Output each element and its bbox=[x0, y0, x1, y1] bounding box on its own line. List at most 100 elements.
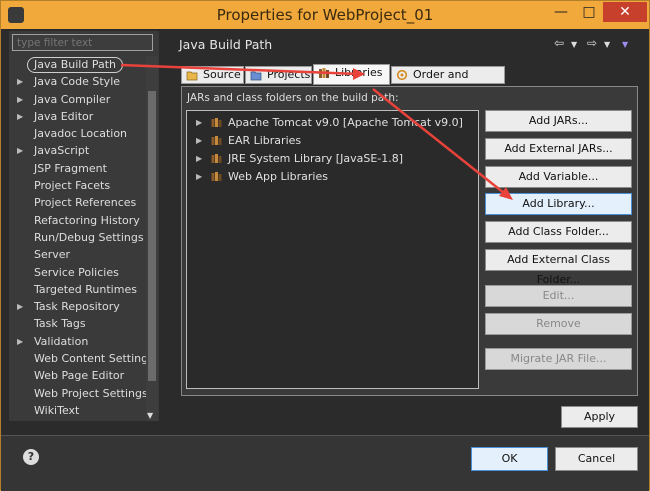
minimize-button[interactable]: — bbox=[547, 2, 575, 22]
category-item-label: Server bbox=[34, 248, 71, 262]
category-item[interactable]: Service Policies bbox=[9, 264, 146, 281]
libraries-caption: JARs and class folders on the build path… bbox=[187, 92, 399, 104]
add-class-folder-button[interactable]: Add Class Folder... bbox=[485, 221, 632, 243]
library-item-label: EAR Libraries bbox=[228, 134, 302, 147]
category-item-label: Validation bbox=[34, 334, 89, 348]
category-item[interactable]: Task Tags bbox=[9, 315, 146, 332]
libraries-icon bbox=[319, 68, 329, 78]
category-panel: Java Build Path▶Java Code Style▶Java Com… bbox=[9, 31, 159, 421]
library-icon bbox=[211, 118, 222, 127]
expand-arrow-icon[interactable]: ▶ bbox=[196, 114, 202, 132]
tab-projects[interactable]: Projects bbox=[245, 66, 312, 84]
back-arrow-icon[interactable]: ⇦ bbox=[554, 36, 564, 50]
category-item[interactable]: ▶ Validation bbox=[9, 333, 146, 350]
category-item-label: Project References bbox=[34, 196, 137, 210]
properties-dialog: Properties for WebProject_01 — □ ✕ Java … bbox=[0, 0, 650, 491]
order-export-icon bbox=[396, 69, 408, 81]
apply-button[interactable]: Apply bbox=[561, 406, 638, 428]
category-item-label: WikiText bbox=[34, 403, 80, 417]
library-icon bbox=[211, 154, 222, 163]
category-item-label: Run/Debug Settings bbox=[34, 230, 144, 244]
category-item-label: Java Code Style bbox=[34, 75, 121, 89]
tab-projects-label: Projects bbox=[267, 68, 311, 81]
dialog-footer bbox=[1, 435, 649, 491]
add-external-jars-button[interactable]: Add External JARs... bbox=[485, 138, 632, 160]
add-library-button[interactable]: Add Library... bbox=[485, 193, 632, 215]
add-variable-button[interactable]: Add Variable... bbox=[485, 166, 632, 188]
forward-menu-icon[interactable]: ▼ bbox=[604, 40, 610, 49]
scroll-down-icon[interactable]: ▼ bbox=[147, 411, 153, 420]
cancel-button[interactable]: Cancel bbox=[555, 447, 638, 471]
library-list[interactable]: ▶ Apache Tomcat v9.0 [Apache Tomcat v9.0]… bbox=[186, 110, 479, 389]
category-item-label: JavaScript bbox=[34, 144, 90, 158]
tab-source[interactable]: Source bbox=[181, 66, 244, 84]
expand-arrow-icon[interactable]: ▶ bbox=[196, 132, 202, 150]
title-bar: Properties for WebProject_01 — □ ✕ bbox=[1, 1, 649, 29]
help-icon[interactable]: ? bbox=[23, 449, 39, 465]
category-item[interactable]: Web Content Settings bbox=[9, 350, 154, 367]
library-item-label: Web App Libraries bbox=[228, 170, 328, 183]
tab-libraries[interactable]: Libraries bbox=[313, 64, 390, 85]
back-menu-icon[interactable]: ▼ bbox=[571, 40, 577, 49]
source-folder-icon bbox=[186, 71, 198, 81]
category-scrollbar[interactable]: ▼ bbox=[146, 56, 158, 421]
add-external-class-folder-button[interactable]: Add External Class Folder... bbox=[485, 249, 632, 286]
expand-arrow-icon[interactable]: ▶ bbox=[17, 73, 23, 90]
remove-button[interactable]: Remove bbox=[485, 313, 632, 335]
category-item[interactable]: Run/Debug Settings bbox=[9, 229, 146, 246]
category-item-label: Web Content Settings bbox=[34, 352, 154, 366]
library-item-label: JRE System Library [JavaSE-1.8] bbox=[228, 152, 404, 165]
filter-input[interactable] bbox=[12, 34, 153, 51]
add-jars-button[interactable]: Add JARs... bbox=[485, 110, 632, 132]
category-item[interactable]: ▶ Java Code Style bbox=[9, 73, 146, 90]
tab-libraries-label: Libraries bbox=[335, 66, 383, 79]
expand-arrow-icon[interactable]: ▶ bbox=[196, 168, 202, 186]
expand-arrow-icon[interactable]: ▶ bbox=[17, 333, 23, 350]
expand-arrow-icon[interactable]: ▶ bbox=[196, 150, 202, 168]
category-item-label: JSP Fragment bbox=[34, 161, 107, 175]
scrollbar-thumb[interactable] bbox=[148, 91, 156, 381]
expand-arrow-icon[interactable]: ▶ bbox=[17, 298, 23, 315]
library-icon bbox=[211, 172, 222, 181]
category-item[interactable]: Web Page Editor bbox=[9, 367, 146, 384]
category-item-label: Service Policies bbox=[34, 265, 119, 279]
category-item[interactable]: Refactoring History bbox=[9, 212, 146, 229]
category-item[interactable]: Server bbox=[9, 246, 146, 263]
category-item[interactable]: ▶ JavaScript bbox=[9, 142, 146, 159]
projects-icon bbox=[250, 71, 262, 81]
category-item-label: Task Tags bbox=[34, 317, 86, 331]
category-item[interactable]: ▶ Java Compiler bbox=[9, 91, 146, 108]
category-item-label: Java Compiler bbox=[34, 92, 111, 106]
category-item[interactable]: WikiText bbox=[9, 402, 146, 419]
category-item-label: Project Facets bbox=[34, 179, 111, 193]
category-item[interactable]: Project References bbox=[9, 194, 146, 211]
category-item[interactable]: Javadoc Location bbox=[9, 125, 146, 142]
expand-arrow-icon[interactable]: ▶ bbox=[17, 142, 23, 159]
expand-arrow-icon[interactable]: ▶ bbox=[17, 91, 23, 108]
category-item-label: Java Editor bbox=[34, 109, 94, 123]
category-item-label: Refactoring History bbox=[34, 213, 140, 227]
category-item[interactable]: ▶ Task Repository bbox=[9, 298, 146, 315]
category-item-label: Java Build Path bbox=[27, 57, 124, 73]
maximize-button[interactable]: □ bbox=[575, 2, 603, 22]
ok-button[interactable]: OK bbox=[471, 447, 548, 471]
tab-order-and-export[interactable]: Order and Export bbox=[391, 66, 505, 97]
category-item[interactable]: Targeted Runtimes bbox=[9, 281, 146, 298]
category-item[interactable]: Java Build Path bbox=[9, 56, 146, 73]
category-item[interactable]: ▶ Java Editor bbox=[9, 108, 146, 125]
view-menu-icon[interactable]: ▼ bbox=[622, 40, 628, 49]
edit-button[interactable]: Edit... bbox=[485, 285, 632, 307]
page-title: Java Build Path bbox=[179, 37, 273, 52]
category-item-label: Web Project Settings bbox=[34, 386, 148, 400]
category-tree: Java Build Path ▶ Java Code Style ▶ Java Com… bbox=[9, 56, 154, 419]
expand-arrow-icon[interactable]: ▶ bbox=[17, 108, 23, 125]
library-icon bbox=[211, 136, 222, 145]
category-item[interactable]: JSP Fragment bbox=[9, 160, 146, 177]
migrate-jar-button[interactable]: Migrate JAR File... bbox=[485, 348, 632, 370]
category-item[interactable]: Web Project Settings bbox=[9, 385, 148, 402]
close-button[interactable]: ✕ bbox=[603, 2, 647, 22]
category-item[interactable]: Project Facets bbox=[9, 177, 146, 194]
library-item-label: Apache Tomcat v9.0 [Apache Tomcat v9.0] bbox=[228, 116, 463, 129]
forward-arrow-icon[interactable]: ⇨ bbox=[587, 36, 597, 50]
category-item-label: Targeted Runtimes bbox=[34, 282, 137, 296]
